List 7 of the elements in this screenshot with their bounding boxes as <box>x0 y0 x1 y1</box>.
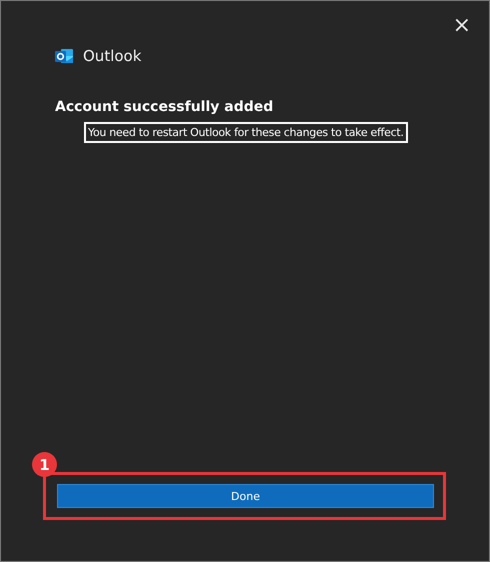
close-button[interactable]: × <box>448 5 475 47</box>
step-badge: 1 <box>32 452 57 477</box>
heading: Account successfully added <box>54 99 274 115</box>
restart-message: You need to restart Outlook for these changes to take effect. <box>84 122 408 143</box>
app-name: Outlook <box>83 47 142 65</box>
done-button[interactable]: Done <box>57 484 434 508</box>
outlook-logo-icon <box>55 48 74 64</box>
